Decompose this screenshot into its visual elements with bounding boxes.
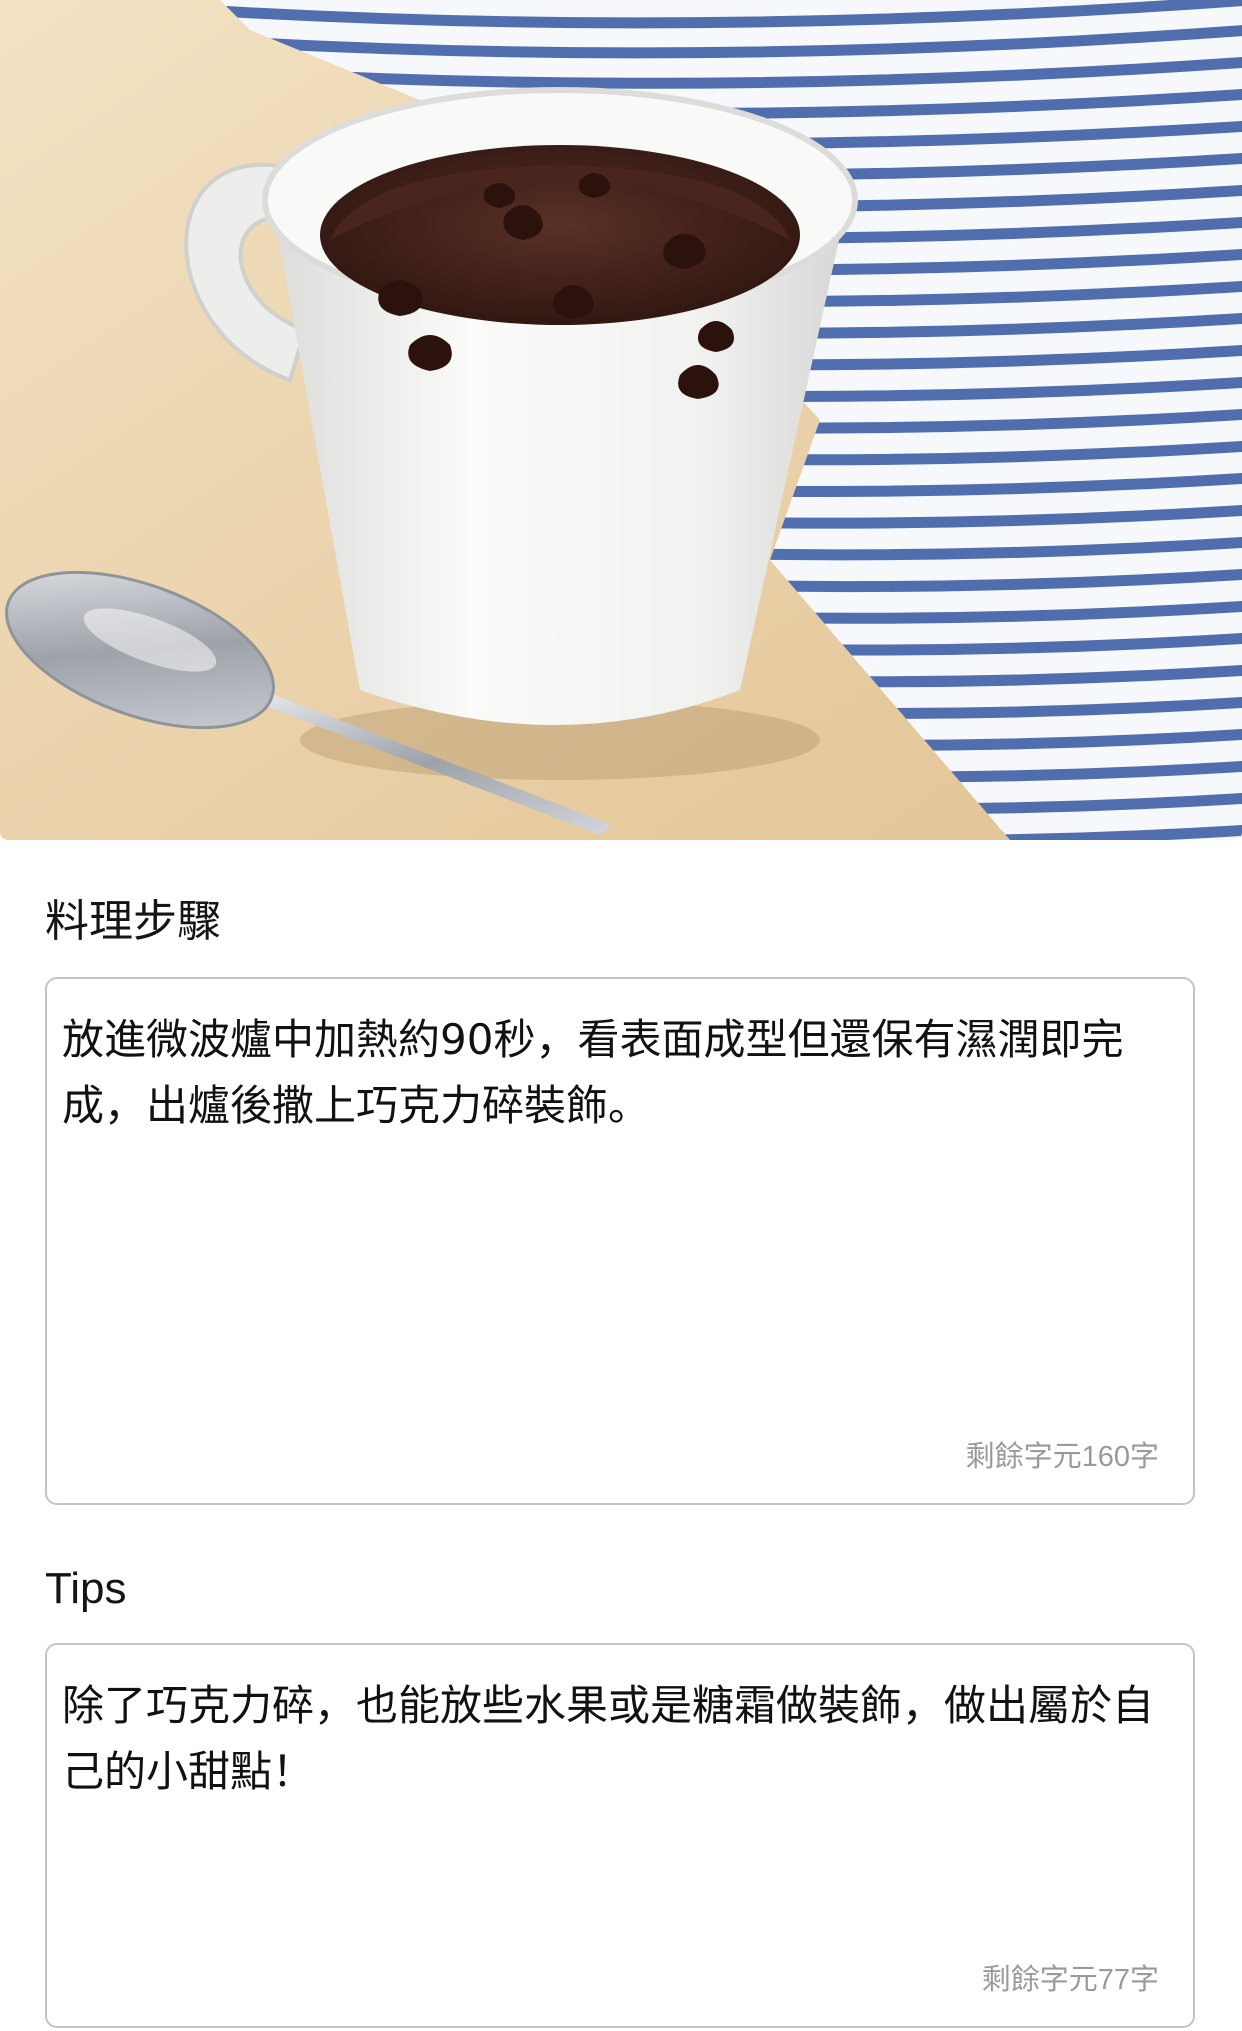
tips-text: 除了巧克力碎，也能放些水果或是糖霜做裝飾，做出屬於自己的小甜點！	[62, 1681, 1155, 1796]
tips-textarea[interactable]: 除了巧克力碎，也能放些水果或是糖霜做裝飾，做出屬於自己的小甜點！ 剩餘字元77字	[45, 1643, 1195, 2028]
steps-text: 放進微波爐中加熱約90秒，看表面成型但還保有濕潤即完成，出爐後撒上巧克力碎裝飾。	[62, 1015, 1124, 1130]
steps-textarea[interactable]: 放進微波爐中加熱約90秒，看表面成型但還保有濕潤即完成，出爐後撒上巧克力碎裝飾。…	[45, 977, 1195, 1505]
steps-label: 料理步驟	[45, 896, 221, 947]
recipe-photo	[0, 0, 1242, 840]
steps-char-counter: 剩餘字元160字	[965, 1441, 1159, 1473]
mug-cake-illustration	[0, 0, 1242, 840]
tips-label: Tips	[45, 1564, 127, 1613]
tips-char-counter: 剩餘字元77字	[981, 1964, 1159, 1996]
